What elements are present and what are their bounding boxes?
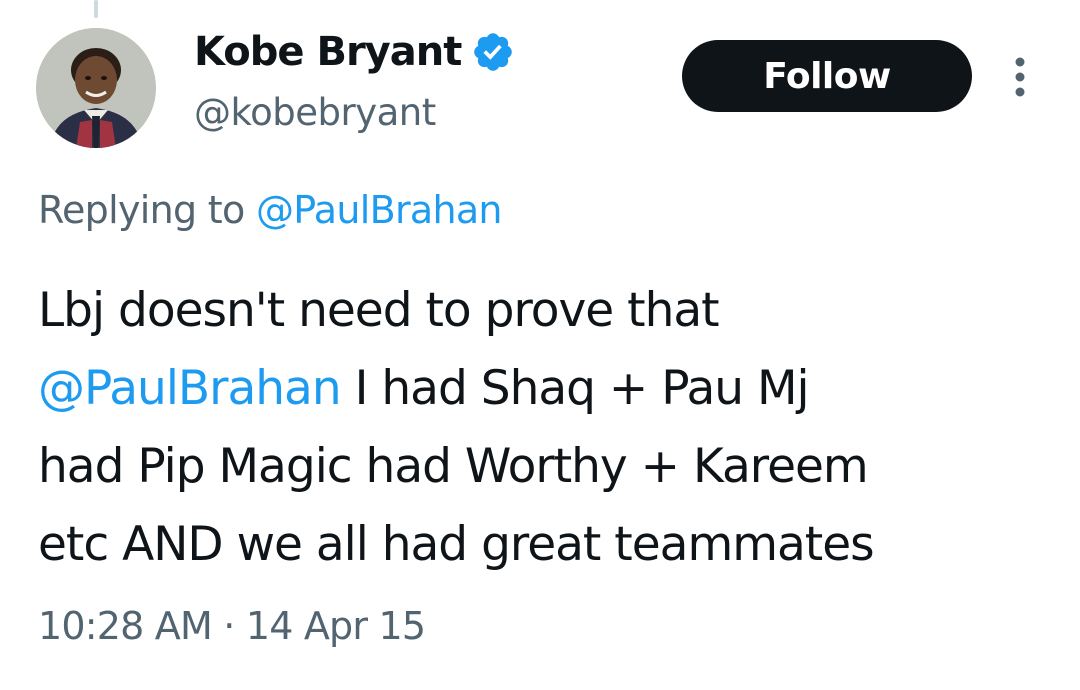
author-handle[interactable]: @kobebryant	[194, 88, 436, 138]
tweet-text: Lbj doesn't need to prove that @PaulBrah…	[38, 272, 1048, 584]
mention-link[interactable]: @PaulBrahan	[38, 361, 342, 416]
timestamp-separator: ·	[223, 604, 235, 648]
replying-to-line: Replying to @PaulBrahan	[38, 184, 503, 236]
replying-to-mention-link[interactable]: @PaulBrahan	[256, 188, 503, 232]
display-name[interactable]: Kobe Bryant	[194, 26, 462, 78]
tweet-text-line-2-rest: I had Shaq + Pau Mj	[340, 361, 810, 416]
timestamp[interactable]: 10:28 AM · 14 Apr 15	[38, 600, 426, 652]
tweet-text-line-2: @PaulBrahan I had Shaq + Pau Mj	[38, 350, 1048, 428]
avatar-image	[36, 28, 156, 148]
follow-button[interactable]: Follow	[682, 40, 972, 112]
tweet-text-line-1: Lbj doesn't need to prove that	[38, 283, 720, 338]
tweet-text-line-4: etc AND we all had great teammates	[38, 517, 875, 572]
tweet-date[interactable]: 14 Apr 15	[246, 604, 426, 648]
author-name-row[interactable]: Kobe Bryant	[194, 26, 515, 78]
verified-badge-icon[interactable]	[471, 30, 515, 74]
avatar[interactable]	[36, 28, 156, 148]
more-vertical-icon[interactable]	[1002, 52, 1038, 102]
tweet-time[interactable]: 10:28 AM	[38, 604, 213, 648]
tweet-text-line-3: had Pip Magic had Worthy + Kareem	[38, 439, 869, 494]
replying-to-prefix: Replying to	[38, 188, 245, 232]
thread-connector-line	[94, 0, 98, 18]
